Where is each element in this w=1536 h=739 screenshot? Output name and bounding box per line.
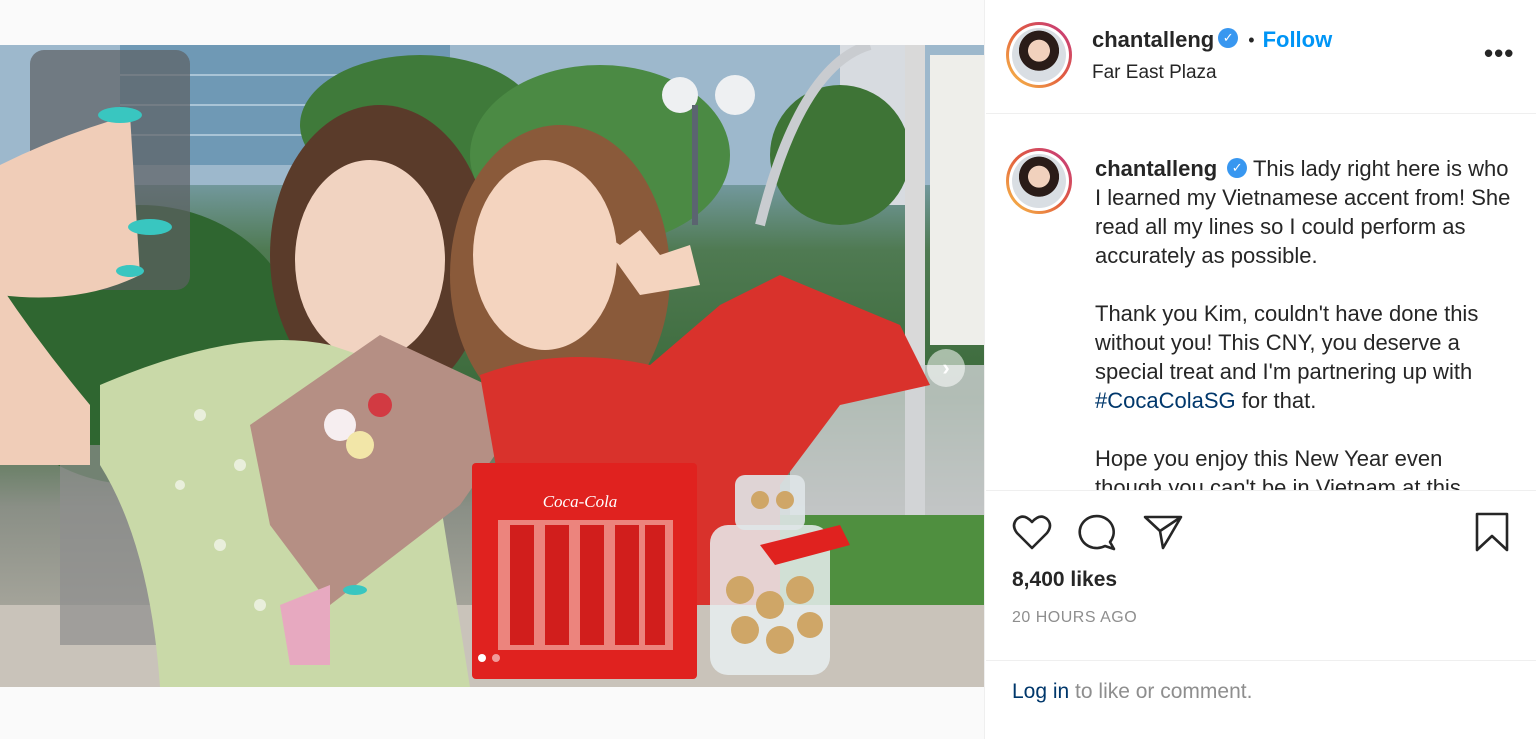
verified-badge-icon: ✓	[1218, 28, 1239, 48]
login-link[interactable]: Log in	[1012, 680, 1069, 703]
carousel-dot-active	[478, 654, 486, 662]
header-user: chantalleng ✓ • Follow	[1092, 27, 1332, 53]
login-prompt-text: to like or comment.	[1069, 680, 1253, 703]
carousel-dot	[492, 654, 500, 662]
comment-icon[interactable]	[1077, 512, 1117, 552]
caption-paragraph-3: Hope you enjoy this New Year even though…	[1095, 446, 1461, 491]
caption-avatar[interactable]	[1006, 148, 1072, 214]
photo-illustration: Coca-Cola	[0, 45, 984, 687]
action-bar: 8,400 likes 20 HOURS AGO	[986, 491, 1536, 661]
avatar-image	[1012, 154, 1066, 208]
post-timestamp[interactable]: 20 HOURS AGO	[1012, 609, 1137, 627]
separator-dot: •	[1248, 29, 1255, 50]
post-panel: chantalleng ✓ • Follow Far East Plaza ••…	[986, 0, 1536, 739]
verified-badge-icon: ✓	[1227, 158, 1248, 179]
avatar[interactable]	[1006, 22, 1072, 88]
share-icon[interactable]	[1143, 513, 1183, 551]
caption-text: chantalleng ✓ This lady right here is who…	[1095, 154, 1515, 491]
avatar-image	[1012, 28, 1066, 82]
more-horizontal-icon[interactable]: •••	[1484, 38, 1514, 69]
post-header: chantalleng ✓ • Follow Far East Plaza ••…	[986, 0, 1536, 114]
caption-username-link[interactable]: chantalleng	[1095, 156, 1217, 181]
username-link[interactable]: chantalleng	[1092, 27, 1214, 53]
carousel-next-button[interactable]: ›	[927, 349, 965, 387]
post-photo[interactable]: Coca-Cola	[0, 45, 984, 687]
bookmark-icon[interactable]	[1474, 512, 1510, 552]
caption-paragraph-2-end: for that.	[1235, 388, 1317, 413]
login-prompt: Log in to like or comment.	[1012, 680, 1252, 704]
hashtag-link[interactable]: #CocaColaSG	[1095, 388, 1236, 413]
follow-button[interactable]: Follow	[1263, 27, 1333, 53]
caption-paragraph-2: Thank you Kim, couldn't have done this w…	[1095, 301, 1479, 384]
chevron-right-icon: ›	[942, 355, 950, 380]
post-media: Coca-Cola ›	[0, 0, 985, 739]
location-link[interactable]: Far East Plaza	[1092, 62, 1217, 84]
heart-icon[interactable]	[1012, 513, 1052, 551]
carousel-dots	[478, 654, 500, 662]
likes-count[interactable]: 8,400 likes	[1012, 568, 1117, 592]
caption-area[interactable]: chantalleng ✓ This lady right here is who…	[986, 114, 1536, 491]
coca-cola-logo: Coca-Cola	[543, 492, 618, 511]
